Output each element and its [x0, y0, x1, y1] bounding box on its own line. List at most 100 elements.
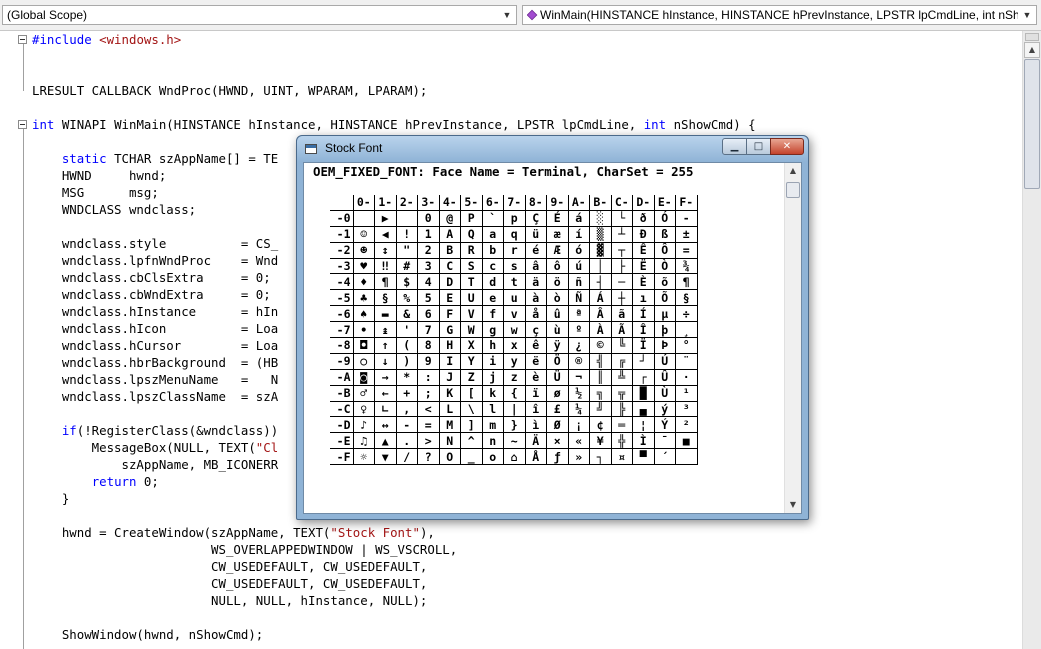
char-cell: │	[589, 258, 612, 275]
char-cell: R	[460, 242, 483, 259]
char-cell: ò	[546, 289, 569, 307]
row-header: -1	[330, 226, 354, 243]
char-cell: Û	[654, 369, 676, 386]
code-line[interactable]: CW_USEDEFAULT, CW_USEDEFAULT,	[32, 575, 427, 592]
code-line[interactable]: if(!RegisterClass(&wndclass))	[32, 422, 278, 439]
char-cell: Á	[589, 289, 612, 307]
char-cell: Æ	[546, 242, 569, 259]
char-table-row: -9 ○ ↓) 9 I Yi y ë Ö ® ╣ ╔ ┘ Ú ¨	[330, 353, 698, 370]
char-cell: Ë	[632, 258, 655, 275]
char-cell: v	[503, 305, 526, 323]
char-cell: á	[568, 210, 590, 227]
scope-combo[interactable]: (Global Scope) ▼	[2, 5, 517, 25]
code-line[interactable]: #include <windows.h>	[32, 31, 181, 48]
code-line[interactable]: return 0;	[32, 473, 159, 490]
char-table-corner	[330, 195, 354, 211]
close-button[interactable]: ✕	[770, 138, 804, 155]
char-cell: ←	[374, 385, 397, 402]
window-titlebar[interactable]: Stock Font ▁ □ ✕	[297, 136, 808, 162]
char-cell: +	[396, 385, 418, 402]
code-token: wndclass.lpszMenuName = N	[32, 372, 279, 387]
char-cell: ║	[589, 369, 612, 386]
char-cell: ¿	[568, 337, 590, 354]
code-line[interactable]: wndclass.cbWndExtra = 0;	[32, 286, 271, 303]
code-line[interactable]: ShowWindow(hwnd, nShowCmd);	[32, 626, 263, 643]
char-cell: ñ	[568, 273, 590, 291]
code-token: WINAPI WinMain(HINSTANCE hInstance, HINS…	[54, 117, 644, 132]
function-combo[interactable]: WinMain(HINSTANCE hInstance, HINSTANCE h…	[522, 5, 1037, 25]
code-line[interactable]: CW_USEDEFAULT, CW_USEDEFAULT,	[32, 558, 427, 575]
char-cell: Ê	[632, 242, 655, 259]
char-cell: E	[439, 289, 461, 307]
char-cell: ═	[611, 416, 633, 434]
char-cell: Å	[525, 448, 547, 466]
code-line[interactable]: wndclass.cbClsExtra = 0;	[32, 269, 271, 286]
collapse-icon[interactable]	[18, 35, 27, 44]
scroll-thumb[interactable]	[1024, 59, 1040, 189]
char-cell: N	[439, 432, 461, 450]
code-token: MSG msg;	[32, 185, 159, 200]
char-cell: ¾	[675, 258, 698, 275]
code-line[interactable]: LRESULT CALLBACK WndProc(HWND, UINT, WPA…	[32, 82, 427, 99]
char-cell: ├	[611, 258, 633, 275]
char-cell: s	[503, 258, 526, 275]
char-cell: ▒	[589, 226, 612, 243]
char-table-row: -B ♂ ← +; K[k{ï ø ½ ╗ ╦ █ Ù ¹	[330, 385, 698, 402]
splitter-handle[interactable]	[1025, 33, 1039, 41]
char-cell: }	[503, 416, 526, 434]
char-cell: r	[503, 242, 526, 259]
code-line[interactable]: hwnd = CreateWindow(szAppName, TEXT("Sto…	[32, 524, 435, 541]
code-line[interactable]: static TCHAR szAppName[] = TE	[32, 150, 278, 167]
window-app-icon[interactable]	[305, 144, 317, 154]
editor-vertical-scrollbar[interactable]: ▲	[1022, 31, 1041, 649]
code-line[interactable]: szAppName, MB_ICONERR	[32, 456, 279, 473]
code-line[interactable]: wndclass.lpszMenuName = N	[32, 371, 278, 388]
scroll-up-icon[interactable]: ▲	[785, 163, 801, 179]
chevron-down-icon[interactable]: ▼	[501, 6, 513, 24]
scope-bar: (Global Scope) ▼ WinMain(HINSTANCE hInst…	[0, 0, 1041, 31]
char-cell: ÷	[675, 305, 698, 323]
column-header: 8-	[525, 195, 547, 211]
char-cell: ä	[525, 273, 547, 291]
char-cell: Y	[460, 353, 483, 370]
code-line[interactable]: NULL, NULL, hInstance, NULL);	[32, 592, 427, 609]
maximize-button[interactable]: □	[746, 138, 771, 155]
function-icon	[527, 9, 538, 21]
char-cell: P	[460, 210, 483, 227]
code-line[interactable]: wndclass.hCursor = Loa	[32, 337, 278, 354]
code-line[interactable]: int WINAPI WinMain(HINSTANCE hInstance, …	[32, 116, 756, 133]
scroll-thumb[interactable]	[786, 182, 800, 198]
char-cell: h	[482, 337, 504, 354]
code-line[interactable]: WNDCLASS wndclass;	[32, 201, 196, 218]
char-cell: í	[568, 226, 590, 243]
code-token: hwnd = CreateWindow(szAppName, TEXT(	[32, 525, 331, 540]
code-line[interactable]: MessageBox(NULL, TEXT("Cl	[32, 439, 279, 456]
window-vertical-scrollbar[interactable]: ▲ ▼	[784, 163, 801, 513]
code-line[interactable]: wndclass.lpszClassName = szA	[32, 388, 278, 405]
char-cell: ↕	[374, 242, 397, 259]
char-cell: ┴	[611, 226, 633, 243]
char-cell: ƒ	[546, 448, 569, 466]
minimize-button[interactable]: ▁	[722, 138, 747, 155]
code-line[interactable]: MSG msg;	[32, 184, 159, 201]
char-cell: W	[460, 321, 483, 339]
code-line[interactable]: WS_OVERLAPPEDWINDOW | WS_VSCROLL,	[32, 541, 457, 558]
char-cell: ª	[568, 305, 590, 323]
scroll-up-icon[interactable]: ▲	[1024, 42, 1040, 58]
char-cell: ╣	[589, 353, 612, 370]
stock-font-window[interactable]: Stock Font ▁ □ ✕ OEM_FIXED_FONT: Face Na…	[296, 135, 809, 520]
code-line[interactable]: wndclass.hIcon = Loa	[32, 320, 278, 337]
char-cell: l	[482, 401, 504, 418]
code-line[interactable]: wndclass.hbrBackground = (HB	[32, 354, 278, 371]
char-cell: 4	[417, 273, 440, 291]
char-cell: Ø	[546, 416, 569, 434]
code-line[interactable]: }	[32, 490, 69, 507]
code-line[interactable]: HWND hwnd;	[32, 167, 166, 184]
chevron-down-icon[interactable]: ▼	[1021, 6, 1033, 24]
code-line[interactable]: wndclass.hInstance = hIn	[32, 303, 278, 320]
code-line[interactable]: wndclass.style = CS_	[32, 235, 278, 252]
code-line[interactable]: wndclass.lpfnWndProc = Wnd	[32, 252, 278, 269]
scroll-down-icon[interactable]: ▼	[785, 497, 801, 513]
char-cell: ç	[525, 321, 547, 339]
collapse-icon[interactable]	[18, 120, 27, 129]
